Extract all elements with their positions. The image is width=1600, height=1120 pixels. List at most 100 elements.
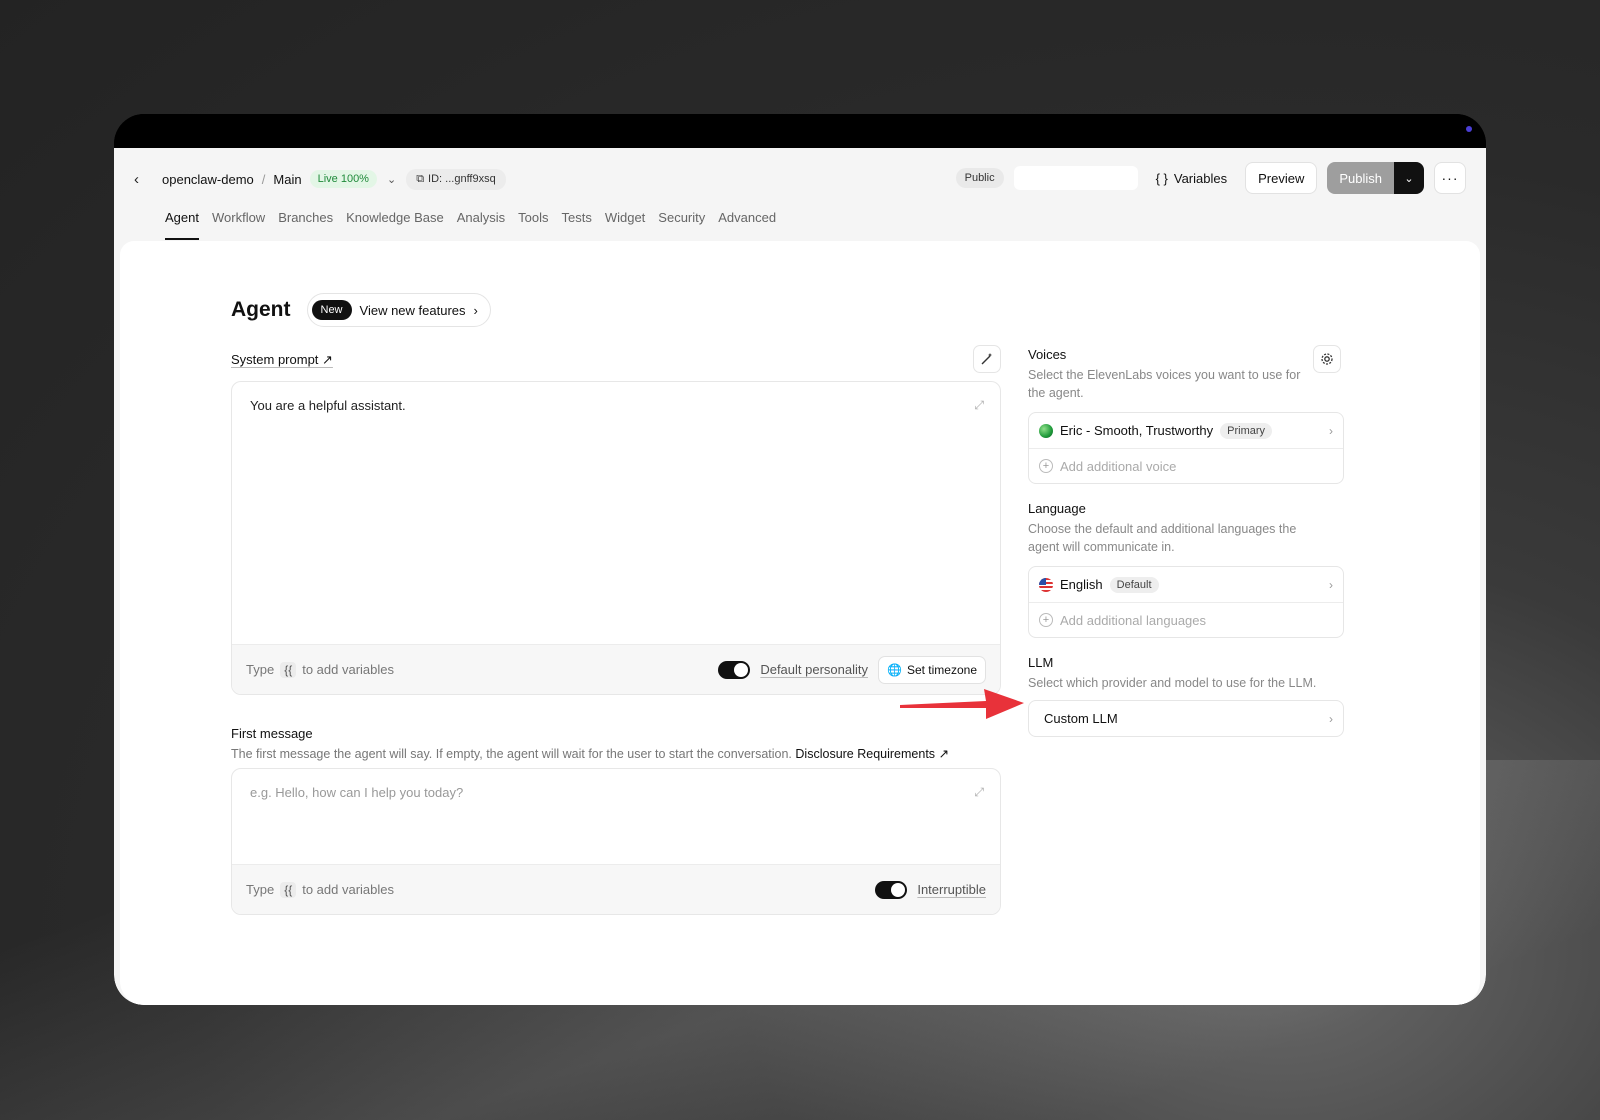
default-personality-toggle[interactable] bbox=[718, 660, 751, 679]
llm-card: Custom LLM › bbox=[1028, 700, 1344, 737]
timezone-label: Set timezone bbox=[906, 662, 977, 677]
add-language-label: Add additional languages bbox=[1060, 612, 1207, 628]
first-message-desc-text: The first message the agent will say. If… bbox=[231, 747, 792, 761]
variables-hint: Type {{ to add variables bbox=[246, 881, 394, 898]
hint-type: Type bbox=[246, 882, 275, 897]
features-label: View new features bbox=[359, 302, 466, 318]
tab-bar: Agent Workflow Branches Knowledge Base A… bbox=[114, 210, 1486, 240]
page-title: Agent bbox=[231, 298, 291, 321]
tab-tools[interactable]: Tools bbox=[518, 210, 548, 240]
annotation-arrow-icon bbox=[900, 689, 1024, 719]
add-voice-row[interactable]: + Add additional voice bbox=[1029, 448, 1343, 483]
branch-crumb[interactable]: Main bbox=[273, 172, 301, 187]
default-personality-label[interactable]: Default personality bbox=[760, 662, 868, 677]
set-timezone-button[interactable]: 🌐 Set timezone bbox=[878, 655, 986, 684]
chevron-right-icon: › bbox=[1329, 711, 1333, 726]
brace-chip: {{ bbox=[280, 881, 297, 898]
expand-icon[interactable]: ⤢ bbox=[974, 398, 984, 413]
back-icon[interactable]: ‹ bbox=[134, 171, 150, 188]
chevron-right-icon: › bbox=[1329, 577, 1333, 592]
language-title: Language bbox=[1028, 501, 1086, 516]
first-message-controls: Interruptible bbox=[875, 880, 986, 899]
chevron-right-icon: › bbox=[473, 302, 478, 318]
chevron-right-icon: › bbox=[1329, 423, 1333, 438]
gear-icon[interactable] bbox=[1313, 345, 1341, 373]
camera-dot bbox=[1466, 126, 1472, 132]
agent-id-label: ID: ...gnff9xsq bbox=[428, 173, 496, 185]
plus-circle-icon: + bbox=[1039, 613, 1053, 627]
disclosure-requirements-link[interactable]: Disclosure Requirements ↗ bbox=[795, 747, 949, 761]
tab-agent[interactable]: Agent bbox=[165, 210, 199, 240]
live-badge: Live 100% bbox=[309, 170, 377, 188]
llm-selected-label: Custom LLM bbox=[1044, 711, 1118, 726]
primary-badge: Primary bbox=[1220, 422, 1273, 439]
tab-security[interactable]: Security bbox=[658, 210, 705, 240]
llm-title: LLM bbox=[1028, 655, 1054, 670]
magic-wand-icon[interactable] bbox=[973, 345, 1001, 373]
publish-group: Publish ⌄ bbox=[1327, 162, 1424, 194]
variables-hint: Type {{ to add variables bbox=[246, 661, 394, 678]
breadcrumb-separator: / bbox=[261, 171, 266, 187]
hint-rest: to add variables bbox=[302, 882, 394, 897]
system-prompt-footer: Type {{ to add variables Default persona… bbox=[232, 644, 1000, 694]
tab-widget[interactable]: Widget bbox=[605, 210, 645, 240]
brace-chip: {{ bbox=[280, 661, 297, 678]
braces-icon: { } bbox=[1155, 170, 1168, 186]
public-badge: Public bbox=[955, 168, 1004, 188]
first-message-editor[interactable]: e.g. Hello, how can I help you today? ⤢ … bbox=[231, 768, 1001, 915]
preview-button[interactable]: Preview bbox=[1245, 162, 1318, 194]
primary-voice-name: Eric - Smooth, Trustworthy bbox=[1060, 423, 1214, 438]
tab-tests[interactable]: Tests bbox=[561, 210, 591, 240]
default-language-name: English bbox=[1060, 577, 1103, 592]
first-message-footer: Type {{ to add variables Interruptible bbox=[232, 864, 1000, 914]
tab-branches[interactable]: Branches bbox=[278, 210, 333, 240]
voices-description: Select the ElevenLabs voices you want to… bbox=[1028, 368, 1301, 400]
variables-button[interactable]: { } Variables bbox=[1148, 171, 1236, 186]
variables-label: Variables bbox=[1173, 170, 1228, 186]
main-content: Agent New View new features › System pro… bbox=[120, 241, 1480, 1005]
tab-advanced[interactable]: Advanced bbox=[718, 210, 776, 240]
interruptible-toggle[interactable] bbox=[875, 880, 908, 899]
app-window: ‹ openclaw-demo / Main Live 100% ⌄ ⧉ ID:… bbox=[114, 114, 1486, 1005]
chevron-down-icon[interactable]: ⌄ bbox=[387, 173, 396, 186]
hint-type: Type bbox=[246, 662, 275, 677]
primary-voice-row[interactable]: Eric - Smooth, Trustworthy Primary › bbox=[1029, 413, 1343, 448]
title-row: Agent New View new features › bbox=[231, 293, 491, 327]
publish-button[interactable]: Publish bbox=[1327, 162, 1394, 194]
header-blank-field bbox=[1013, 166, 1138, 190]
default-badge: Default bbox=[1109, 576, 1159, 593]
app-root: ‹ openclaw-demo / Main Live 100% ⌄ ⧉ ID:… bbox=[114, 148, 1486, 1005]
first-message-placeholder[interactable]: e.g. Hello, how can I help you today? bbox=[250, 785, 463, 800]
voices-title: Voices bbox=[1028, 347, 1067, 362]
more-options-icon[interactable]: ··· bbox=[1434, 162, 1466, 194]
hint-rest: to add variables bbox=[302, 662, 394, 677]
llm-section: LLM Select which provider and model to u… bbox=[1028, 655, 1344, 737]
system-prompt-label[interactable]: System prompt ↗ bbox=[231, 352, 333, 368]
top-header: ‹ openclaw-demo / Main Live 100% ⌄ ⧉ ID:… bbox=[114, 148, 1486, 210]
expand-icon[interactable]: ⤢ bbox=[974, 785, 984, 800]
interruptible-label[interactable]: Interruptible bbox=[917, 882, 986, 897]
header-actions: Public { } Variables Preview Publish ⌄ ·… bbox=[955, 162, 1466, 194]
system-prompt-controls: Default personality 🌐 Set timezone bbox=[718, 655, 986, 684]
system-prompt-editor[interactable]: You are a helpful assistant. ⤢ Type {{ t… bbox=[231, 381, 1001, 695]
language-description: Choose the default and additional langua… bbox=[1028, 522, 1297, 554]
voices-section: Voices Select the ElevenLabs voices you … bbox=[1028, 347, 1344, 484]
project-crumb[interactable]: openclaw-demo bbox=[162, 172, 254, 187]
copy-icon: ⧉ bbox=[416, 172, 425, 185]
tab-knowledge-base[interactable]: Knowledge Base bbox=[346, 210, 444, 240]
first-message-description: The first message the agent will say. If… bbox=[231, 746, 949, 761]
publish-dropdown-chevron-icon[interactable]: ⌄ bbox=[1394, 162, 1424, 194]
tab-analysis[interactable]: Analysis bbox=[457, 210, 505, 240]
llm-select-row[interactable]: Custom LLM › bbox=[1029, 701, 1343, 736]
tab-workflow[interactable]: Workflow bbox=[212, 210, 265, 240]
us-flag-icon bbox=[1039, 577, 1053, 592]
default-language-row[interactable]: English Default › bbox=[1029, 567, 1343, 602]
view-new-features-button[interactable]: New View new features › bbox=[306, 293, 491, 327]
new-badge: New bbox=[311, 300, 352, 320]
window-topbar bbox=[114, 114, 1486, 148]
llm-description: Select which provider and model to use f… bbox=[1028, 676, 1317, 690]
agent-id-badge[interactable]: ⧉ ID: ...gnff9xsq bbox=[406, 168, 506, 190]
add-language-row[interactable]: + Add additional languages bbox=[1029, 602, 1343, 637]
first-message-label: First message bbox=[231, 726, 313, 741]
system-prompt-text[interactable]: You are a helpful assistant. bbox=[250, 398, 406, 413]
